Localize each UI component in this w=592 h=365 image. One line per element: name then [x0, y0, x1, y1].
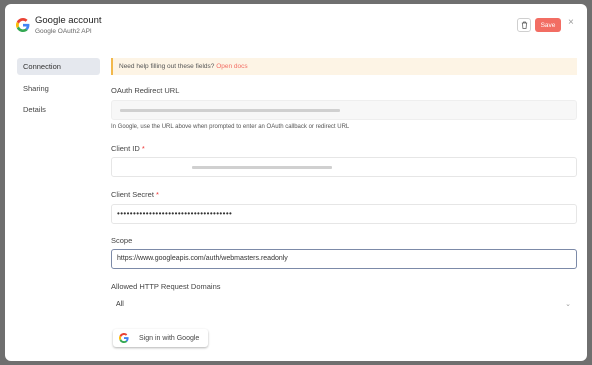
google-signin-label: Sign in with Google: [139, 334, 200, 342]
domains-select[interactable]: All ⌄: [111, 296, 577, 316]
redirect-url-hint: In Google, use the URL above when prompt…: [111, 124, 350, 130]
sidebar-item-details[interactable]: Details: [17, 101, 100, 118]
sidebar-item-sharing[interactable]: Sharing: [17, 80, 100, 97]
client-secret-input[interactable]: ••••••••••••••••••••••••••••••••••••: [111, 204, 577, 224]
redirect-url-label: OAuth Redirect URL: [111, 86, 180, 95]
open-docs-link[interactable]: Open docs: [216, 63, 247, 70]
required-marker: *: [141, 144, 145, 153]
client-secret-label: Client Secret *: [111, 190, 159, 199]
modal-header: Google account Google OAuth2 API Save ×: [5, 4, 587, 48]
client-id-label: Client ID *: [111, 144, 145, 153]
help-notice: Need help filling out these fields? Open…: [111, 58, 577, 75]
close-icon[interactable]: ×: [568, 17, 574, 28]
scope-label: Scope: [111, 236, 133, 245]
domains-label: Allowed HTTP Request Domains: [111, 282, 221, 291]
client-id-input[interactable]: [111, 157, 577, 177]
required-marker: *: [156, 190, 159, 199]
client-id-label-text: Client ID: [111, 144, 140, 153]
scope-input[interactable]: https://www.googleapis.com/auth/webmaste…: [111, 249, 577, 269]
credential-modal: Google account Google OAuth2 API Save × …: [5, 4, 587, 361]
notice-text: Need help filling out these fields?: [119, 63, 215, 70]
redirect-url-field[interactable]: [111, 100, 577, 120]
redacted-text: [120, 109, 340, 112]
modal-subtitle: Google OAuth2 API: [35, 28, 92, 35]
google-signin-button[interactable]: Sign in with Google: [113, 329, 208, 347]
chevron-down-icon: ⌄: [565, 301, 571, 308]
delete-button[interactable]: [517, 18, 531, 32]
google-logo-icon: [119, 333, 129, 343]
client-secret-label-text: Client Secret: [111, 190, 154, 199]
save-button[interactable]: Save: [535, 18, 561, 32]
google-logo-icon: [16, 18, 30, 32]
domains-value: All: [116, 301, 124, 308]
redacted-text: [192, 166, 332, 169]
trash-icon: [521, 21, 527, 29]
sidebar-item-connection[interactable]: Connection: [17, 58, 100, 75]
modal-title: Google account: [35, 15, 102, 26]
